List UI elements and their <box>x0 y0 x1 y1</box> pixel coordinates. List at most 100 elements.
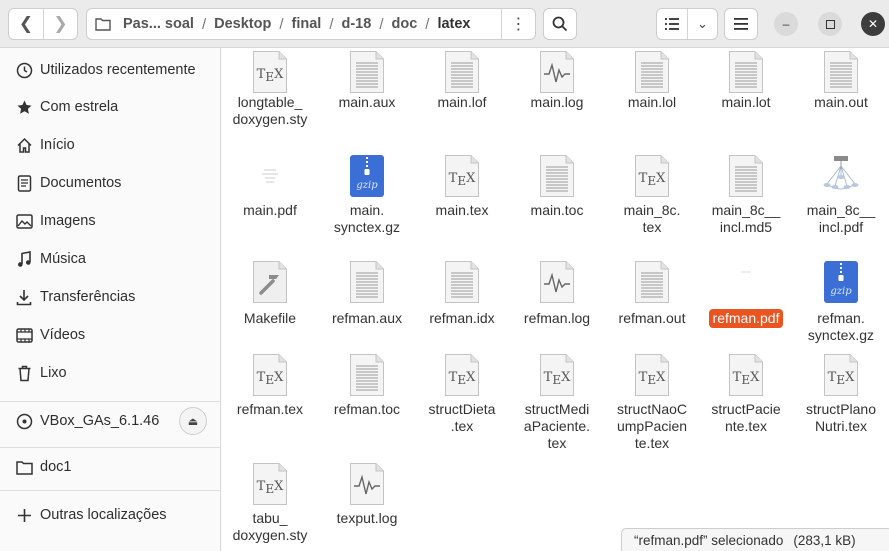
file-text-icon <box>728 50 764 94</box>
sidebar-item-label: Imagens <box>40 213 96 229</box>
sidebar-item-video[interactable]: Vídeos <box>0 317 221 353</box>
file-name-text: main.log <box>530 94 584 110</box>
sidebar-item-document[interactable]: Documentos <box>0 165 221 201</box>
file-name: refman.tex <box>222 401 318 418</box>
sidebar-item-label: VBox_GAs_6.1.46 <box>40 413 160 429</box>
eject-button[interactable]: ⏏ <box>179 407 207 435</box>
vertical-dots-icon: ⋮ <box>510 16 527 33</box>
file-name-text: structPlano Nutri.tex <box>805 401 877 434</box>
hamburger-icon <box>734 18 748 30</box>
list-view-button[interactable] <box>657 9 687 39</box>
file-name: Makefile <box>222 310 318 327</box>
status-size: (283,1 kB) <box>793 532 856 548</box>
main-menu-button[interactable] <box>724 8 758 40</box>
file-name-text: structNaoC umpPacien te.tex <box>616 401 688 451</box>
sidebar-item-label: Utilizados recentemente <box>40 62 196 78</box>
svg-text:TEX: TEX <box>257 479 284 496</box>
sidebar-item-label: doc1 <box>40 459 72 475</box>
sidebar: Utilizados recentemente Com estrela Início… <box>0 48 221 551</box>
sidebar-item-label: Vídeos <box>40 327 86 343</box>
breadcrumb-0[interactable]: Pas... soal <box>115 16 202 32</box>
file-log-icon <box>349 462 385 506</box>
sidebar-item-music[interactable]: Música <box>0 241 221 277</box>
file-tex-icon: TEX <box>728 353 764 397</box>
maximize-button[interactable] <box>818 12 842 36</box>
breadcrumb-2[interactable]: final <box>284 16 330 32</box>
file-make-icon <box>252 260 288 304</box>
file-name: main.lot <box>698 94 794 111</box>
file-name: main.log <box>509 94 605 111</box>
file-text-icon <box>349 353 385 397</box>
file-name: main.lof <box>414 94 510 111</box>
search-button[interactable] <box>543 8 577 40</box>
sidebar-item-label: Com estrela <box>40 99 119 115</box>
breadcrumb-3[interactable]: d-18 <box>333 16 379 32</box>
file-text-icon <box>728 154 764 198</box>
chevron-down-icon: ⌄ <box>697 16 708 31</box>
file-text-icon <box>444 260 480 304</box>
file-tex-icon: TEX <box>634 353 670 397</box>
svg-text:TEX: TEX <box>639 171 666 188</box>
folder-icon <box>87 17 115 31</box>
file-name: main.aux <box>319 94 415 111</box>
clock-icon <box>15 61 33 79</box>
trash-icon <box>15 364 33 382</box>
file-name: refman.idx <box>414 310 510 327</box>
svg-text:TEX: TEX <box>733 370 760 387</box>
breadcrumb-4[interactable]: doc <box>383 16 425 32</box>
file-name-text: main_8c__ incl.pdf <box>806 202 876 235</box>
file-name-text: refman.tex <box>236 401 304 417</box>
file-tex-icon: TEX <box>252 50 288 94</box>
file-name-text: main.toc <box>530 202 584 218</box>
sidebar-item-label: Transferências <box>40 289 136 305</box>
file-log-icon <box>539 50 575 94</box>
minimize-button[interactable]: – <box>774 12 798 36</box>
sidebar-item-label: Início <box>40 137 75 153</box>
sidebar-item-image[interactable]: Imagens <box>0 203 221 239</box>
path-menu-button[interactable]: ⋮ <box>501 9 535 39</box>
minimize-icon: – <box>782 17 790 31</box>
list-view-icon <box>664 18 679 30</box>
star-icon <box>15 98 33 116</box>
file-name-text: texput.log <box>336 510 398 526</box>
file-gzip-icon: gzip <box>349 154 385 198</box>
file-name: main.out <box>793 94 889 111</box>
file-tex-icon: TEX <box>539 353 575 397</box>
download-icon <box>15 288 33 306</box>
sidebar-item-star[interactable]: Com estrela <box>0 89 221 125</box>
file-name-text: structMedi aPaciente. tex <box>523 401 591 451</box>
file-name: structNaoC umpPacien te.tex <box>604 401 700 452</box>
file-name: refman. synctex.gz <box>793 310 889 344</box>
music-icon <box>15 250 33 268</box>
disc-icon <box>15 412 33 430</box>
chevron-right-icon: ❯ <box>53 14 68 33</box>
sidebar-item-home[interactable]: Início <box>0 127 221 163</box>
file-name-text: main.lol <box>627 94 677 110</box>
file-name-text: refman. synctex.gz <box>807 310 875 343</box>
breadcrumb-1[interactable]: Desktop <box>206 16 279 32</box>
file-name: main_8c__ incl.md5 <box>698 202 794 236</box>
back-button[interactable]: ❮ <box>9 9 43 39</box>
navigation-buttons: ❮ ❯ <box>8 8 78 40</box>
sidebar-item-clock[interactable]: Utilizados recentemente <box>0 52 221 88</box>
file-name: refman.aux <box>319 310 415 327</box>
file-name: texput.log <box>319 510 415 527</box>
close-button[interactable]: ✕ <box>861 12 885 36</box>
file-grid: TEX longtable_ doxygen.sty main.aux main.lo… <box>222 48 889 551</box>
sidebar-item-bookmark[interactable]: doc1 <box>0 449 221 485</box>
file-pdf-diagram-icon <box>823 154 859 198</box>
file-tex-icon: TEX <box>823 353 859 397</box>
file-name: main_8c. tex <box>604 202 700 236</box>
file-name-text: refman.aux <box>331 310 403 326</box>
file-name-text: refman.idx <box>429 310 495 326</box>
file-name: structPlano Nutri.tex <box>793 401 889 435</box>
view-dropdown-button[interactable]: ⌄ <box>686 9 717 39</box>
sidebar-item-other-locations[interactable]: Outras localizações <box>0 497 221 533</box>
sidebar-item-download[interactable]: Transferências <box>0 279 221 315</box>
sidebar-item-trash[interactable]: Lixo <box>0 355 221 391</box>
sidebar-item-label: Outras localizações <box>40 507 167 523</box>
video-icon <box>15 326 33 344</box>
breadcrumb-5[interactable]: latex <box>429 16 478 32</box>
forward-button[interactable]: ❯ <box>42 9 77 39</box>
svg-text:TEX: TEX <box>449 370 476 387</box>
